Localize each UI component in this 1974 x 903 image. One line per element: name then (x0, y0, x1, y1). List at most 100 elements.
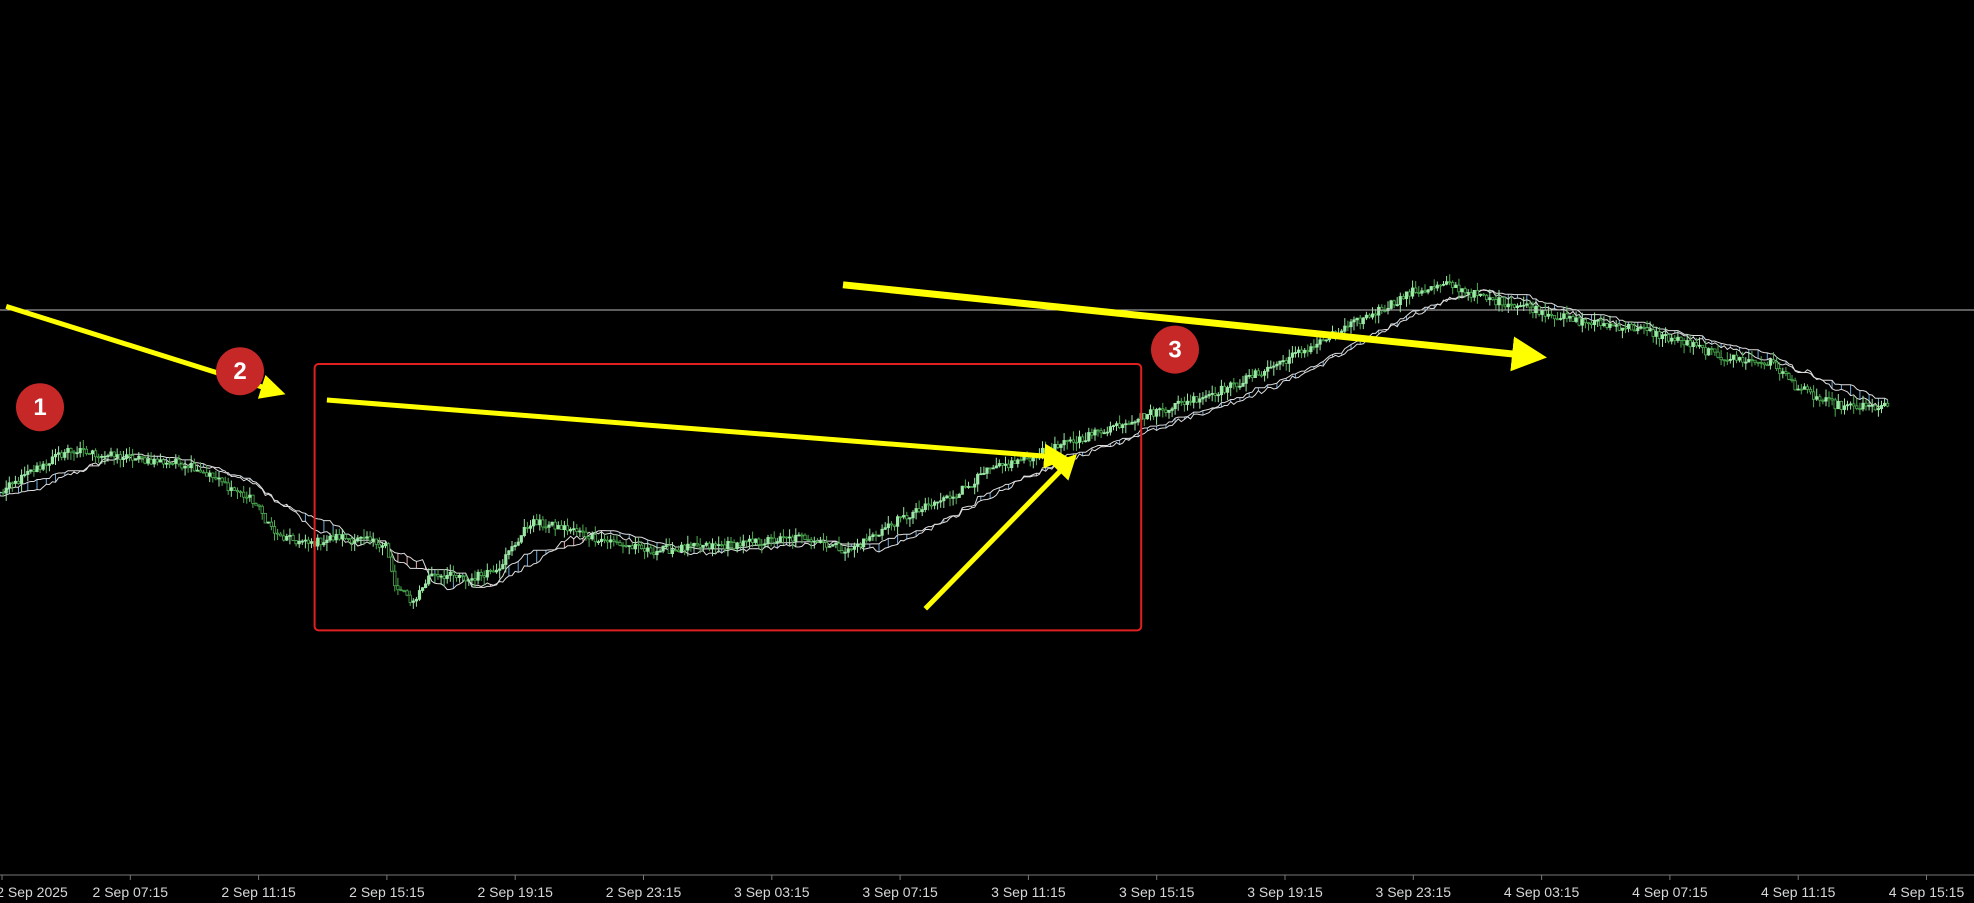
candle-body (1701, 344, 1705, 348)
price-chart[interactable]: 1 2 3 2 Sep 2025 2 Sep 07:15 2 Sep 11:15 2 Se… (0, 0, 1974, 903)
candle-body (630, 545, 634, 550)
candle-body (1713, 348, 1717, 353)
candle-body (1722, 359, 1726, 362)
candle-body (791, 536, 795, 542)
candle-body (812, 540, 816, 543)
candle-body (140, 455, 144, 459)
candle-body (902, 515, 906, 518)
candle-body (1158, 408, 1162, 411)
candle-body (19, 474, 24, 484)
candle-body (1886, 402, 1890, 407)
annotation-badge-label: 2 (233, 358, 246, 385)
candle-body (201, 471, 206, 474)
candle-body (470, 578, 474, 581)
candle-body (90, 450, 95, 455)
candle-body (1463, 288, 1467, 294)
x-tick-label: 4 Sep 03:15 (1504, 884, 1580, 900)
candle-body (846, 548, 850, 553)
candle-body (488, 570, 493, 572)
candle-body (232, 487, 236, 491)
candle-body (855, 544, 860, 547)
candle-body (1102, 432, 1106, 435)
candle-body (1195, 396, 1199, 403)
candle-body (53, 453, 58, 458)
candle-body (174, 458, 178, 464)
candle-body (288, 535, 292, 537)
candle-body (1374, 313, 1378, 316)
candle-body (513, 544, 517, 547)
candle-body (482, 575, 486, 578)
candle-body (1651, 329, 1655, 337)
candle-body (800, 534, 804, 537)
candle-body (1630, 323, 1634, 331)
candle-body (226, 482, 230, 491)
candle-body (522, 527, 526, 537)
candle-body (245, 496, 249, 499)
candle-body (1414, 287, 1418, 293)
candle-body (501, 564, 505, 570)
candle-body (1185, 400, 1190, 405)
candle-body (825, 542, 829, 548)
candle-body (1620, 327, 1624, 331)
candle-body (1756, 361, 1760, 364)
candle-body (13, 480, 17, 484)
candle-body (880, 528, 884, 536)
candle-body (1081, 436, 1085, 442)
candle-body (698, 544, 702, 548)
candle-body (1019, 459, 1023, 462)
candle-body (303, 539, 308, 542)
candle-body (1799, 388, 1803, 391)
candle-body (1593, 320, 1597, 325)
candle-body (457, 575, 462, 578)
candle-body (1488, 297, 1492, 301)
candle-body (794, 534, 798, 542)
candle-body (1475, 289, 1479, 296)
candle-body (1821, 399, 1825, 402)
candle-body (35, 465, 39, 472)
candle-body (1377, 306, 1381, 316)
candle-body (1793, 380, 1797, 391)
candle-body (1155, 409, 1159, 417)
candle-body (192, 462, 196, 472)
candle-body (1173, 402, 1177, 410)
candle-body (1648, 329, 1652, 332)
candle-body (1142, 413, 1146, 420)
candle-body (627, 545, 631, 547)
candle-body (57, 452, 61, 455)
candle-body (945, 495, 949, 499)
candle-body (155, 458, 159, 463)
candle-body (306, 539, 311, 544)
candle-body (23, 474, 27, 476)
candle-body (1815, 396, 1819, 400)
candle-body (948, 495, 952, 499)
candle-body (710, 543, 715, 549)
candle-body (760, 544, 764, 546)
candle-body (1596, 319, 1600, 322)
candle-body (1494, 299, 1498, 306)
candle-body (485, 570, 489, 578)
candle-body (266, 521, 270, 524)
candle-body (550, 521, 554, 526)
candle-body (1457, 284, 1461, 293)
candle-body (1867, 404, 1871, 407)
candle-body (414, 598, 419, 602)
candle-body (1744, 361, 1748, 364)
candle-body (1796, 388, 1800, 391)
candle-body (707, 542, 712, 549)
candle-body (1111, 425, 1116, 428)
candle-body (837, 542, 841, 551)
candle-body (195, 469, 199, 472)
x-tick-label: 2 Sep 15:15 (349, 884, 425, 900)
candle-body (251, 494, 255, 504)
candle-body (1099, 430, 1103, 434)
candle-body (590, 534, 594, 540)
candle-body (272, 526, 277, 534)
candle-body (1438, 284, 1442, 287)
candle-body (1602, 323, 1606, 326)
candle-body (149, 458, 153, 465)
candle-body (769, 537, 773, 539)
candle-body (1441, 283, 1446, 286)
candle-body (1324, 339, 1328, 342)
candle-body (337, 534, 341, 540)
candle-body (1417, 291, 1421, 294)
